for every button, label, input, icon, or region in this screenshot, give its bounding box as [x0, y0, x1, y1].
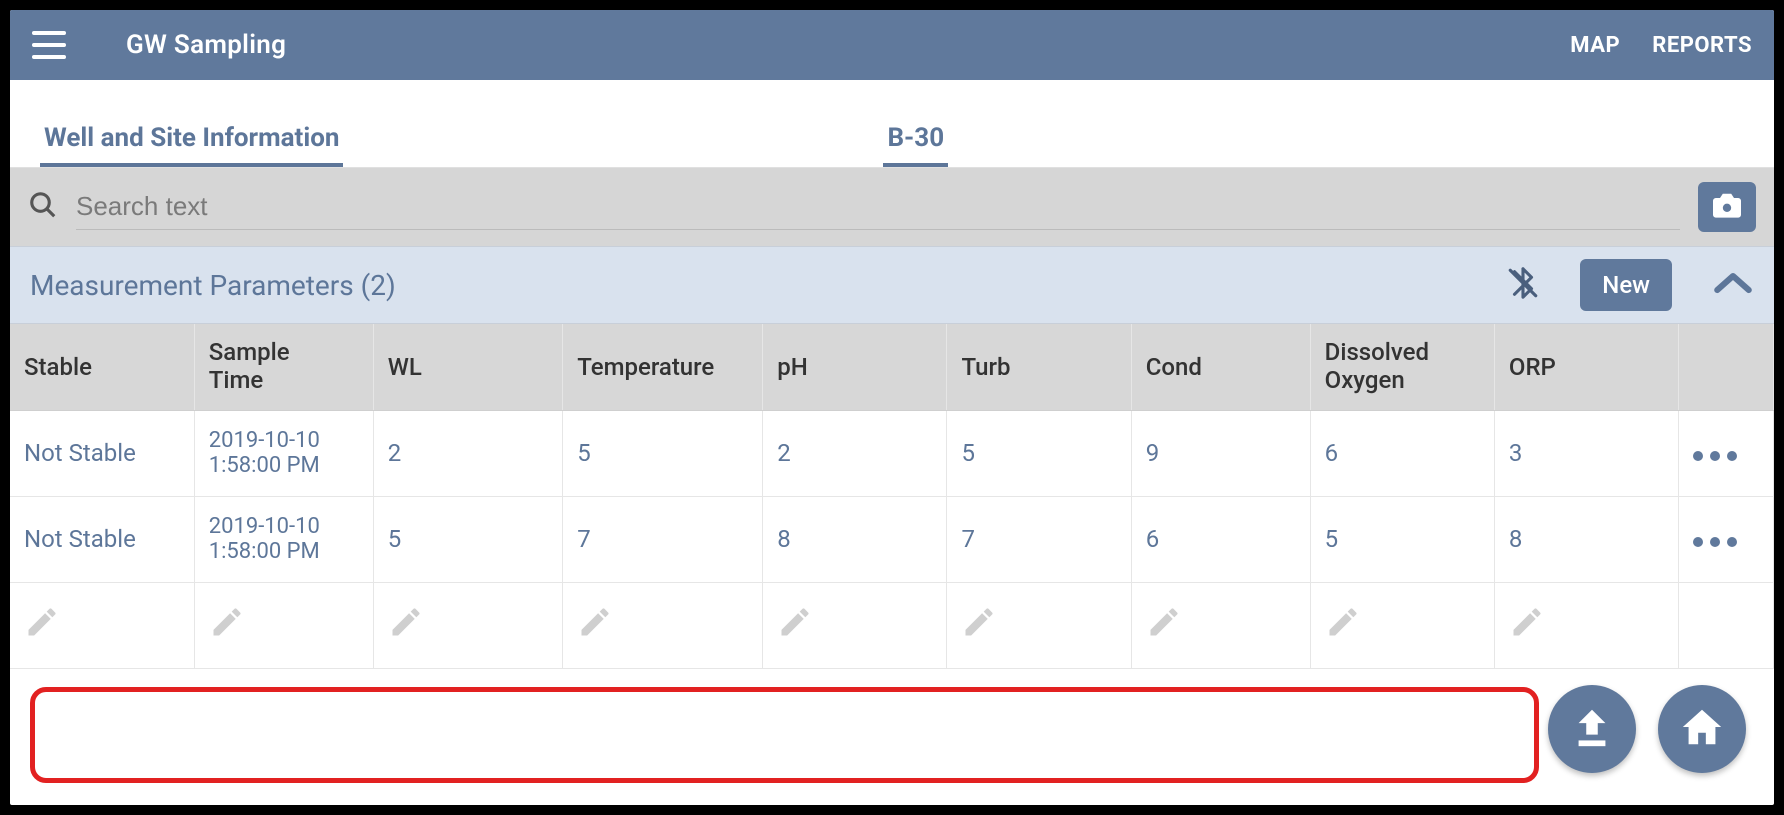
more-icon[interactable]: [1693, 451, 1737, 461]
bluetooth-off-icon[interactable]: [1506, 263, 1540, 307]
edit-cell-orp[interactable]: [1494, 582, 1678, 668]
search-input[interactable]: [76, 184, 1680, 230]
cell-do: 5: [1310, 496, 1494, 582]
cell-ph: 8: [763, 496, 947, 582]
col-temperature: Temperature: [563, 324, 763, 410]
tab-well-id[interactable]: B-30: [883, 111, 948, 167]
cell-sample-time: 2019-10-10 1:58:00 PM: [194, 496, 373, 582]
tabs-row: Well and Site Information B-30: [10, 80, 1774, 168]
edit-cell-ph[interactable]: [763, 582, 947, 668]
home-button[interactable]: [1658, 685, 1746, 773]
edit-cell-do[interactable]: [1310, 582, 1494, 668]
cell-stable: Not Stable: [10, 496, 194, 582]
edit-cell-cond[interactable]: [1131, 582, 1310, 668]
cell-orp: 8: [1494, 496, 1678, 582]
home-icon: [1679, 704, 1725, 754]
cell-wl: 2: [373, 410, 563, 496]
new-button[interactable]: New: [1580, 259, 1672, 311]
camera-icon: [1710, 191, 1744, 223]
nav-reports[interactable]: REPORTS: [1652, 33, 1752, 58]
app-bar: GW Sampling MAP REPORTS: [10, 10, 1774, 80]
pencil-icon: [1325, 604, 1361, 646]
col-sample-time: Sample Time: [194, 324, 373, 410]
tab-well-info[interactable]: Well and Site Information: [40, 111, 343, 167]
pencil-icon: [1146, 604, 1182, 646]
edit-cell-turb[interactable]: [947, 582, 1131, 668]
table-row[interactable]: Not Stable 2019-10-10 1:58:00 PM 2 5 2 5…: [10, 410, 1774, 496]
edit-cell-temperature[interactable]: [563, 582, 763, 668]
section-header: Measurement Parameters (2) New: [10, 246, 1774, 324]
upload-icon: [1569, 704, 1615, 754]
cell-wl: 5: [373, 496, 563, 582]
pencil-icon: [388, 604, 424, 646]
col-dissolved-oxygen: Dissolved Oxygen: [1310, 324, 1494, 410]
pencil-icon: [1509, 604, 1545, 646]
row-actions: [1679, 410, 1774, 496]
col-actions: [1679, 324, 1774, 410]
measurements-table: Stable Sample Time WL Temperature pH Tur…: [10, 324, 1774, 669]
edit-cell-wl[interactable]: [373, 582, 563, 668]
cell-turb: 5: [947, 410, 1131, 496]
edit-cell-time[interactable]: [194, 582, 373, 668]
app-title: GW Sampling: [126, 30, 286, 60]
pencil-icon: [24, 604, 60, 646]
cell-ph: 2: [763, 410, 947, 496]
section-title: Measurement Parameters (2): [30, 269, 1506, 302]
cell-stable: Not Stable: [10, 410, 194, 496]
search-bar: [10, 168, 1774, 246]
cell-turb: 7: [947, 496, 1131, 582]
edit-row: [10, 582, 1774, 668]
pencil-icon: [961, 604, 997, 646]
pencil-icon: [209, 604, 245, 646]
cell-cond: 9: [1131, 410, 1310, 496]
nav-map[interactable]: MAP: [1570, 33, 1620, 58]
col-cond: Cond: [1131, 324, 1310, 410]
cell-do: 6: [1310, 410, 1494, 496]
col-stable: Stable: [10, 324, 194, 410]
col-ph: pH: [763, 324, 947, 410]
col-wl: WL: [373, 324, 563, 410]
search-icon[interactable]: [28, 190, 58, 224]
cell-temperature: 5: [563, 410, 763, 496]
cell-sample-time: 2019-10-10 1:58:00 PM: [194, 410, 373, 496]
cell-orp: 3: [1494, 410, 1678, 496]
row-actions: [1679, 496, 1774, 582]
chevron-up-icon[interactable]: [1712, 268, 1754, 302]
cell-temperature: 7: [563, 496, 763, 582]
camera-button[interactable]: [1698, 182, 1756, 232]
pencil-icon: [777, 604, 813, 646]
col-orp: ORP: [1494, 324, 1678, 410]
table-row[interactable]: Not Stable 2019-10-10 1:58:00 PM 5 7 8 7…: [10, 496, 1774, 582]
more-icon[interactable]: [1693, 537, 1737, 547]
edit-cell-stable[interactable]: [10, 582, 194, 668]
highlight-annotation: [30, 687, 1539, 783]
upload-button[interactable]: [1548, 685, 1636, 773]
col-turb: Turb: [947, 324, 1131, 410]
cell-cond: 6: [1131, 496, 1310, 582]
pencil-icon: [577, 604, 613, 646]
menu-icon[interactable]: [32, 31, 66, 59]
table-header-row: Stable Sample Time WL Temperature pH Tur…: [10, 324, 1774, 410]
